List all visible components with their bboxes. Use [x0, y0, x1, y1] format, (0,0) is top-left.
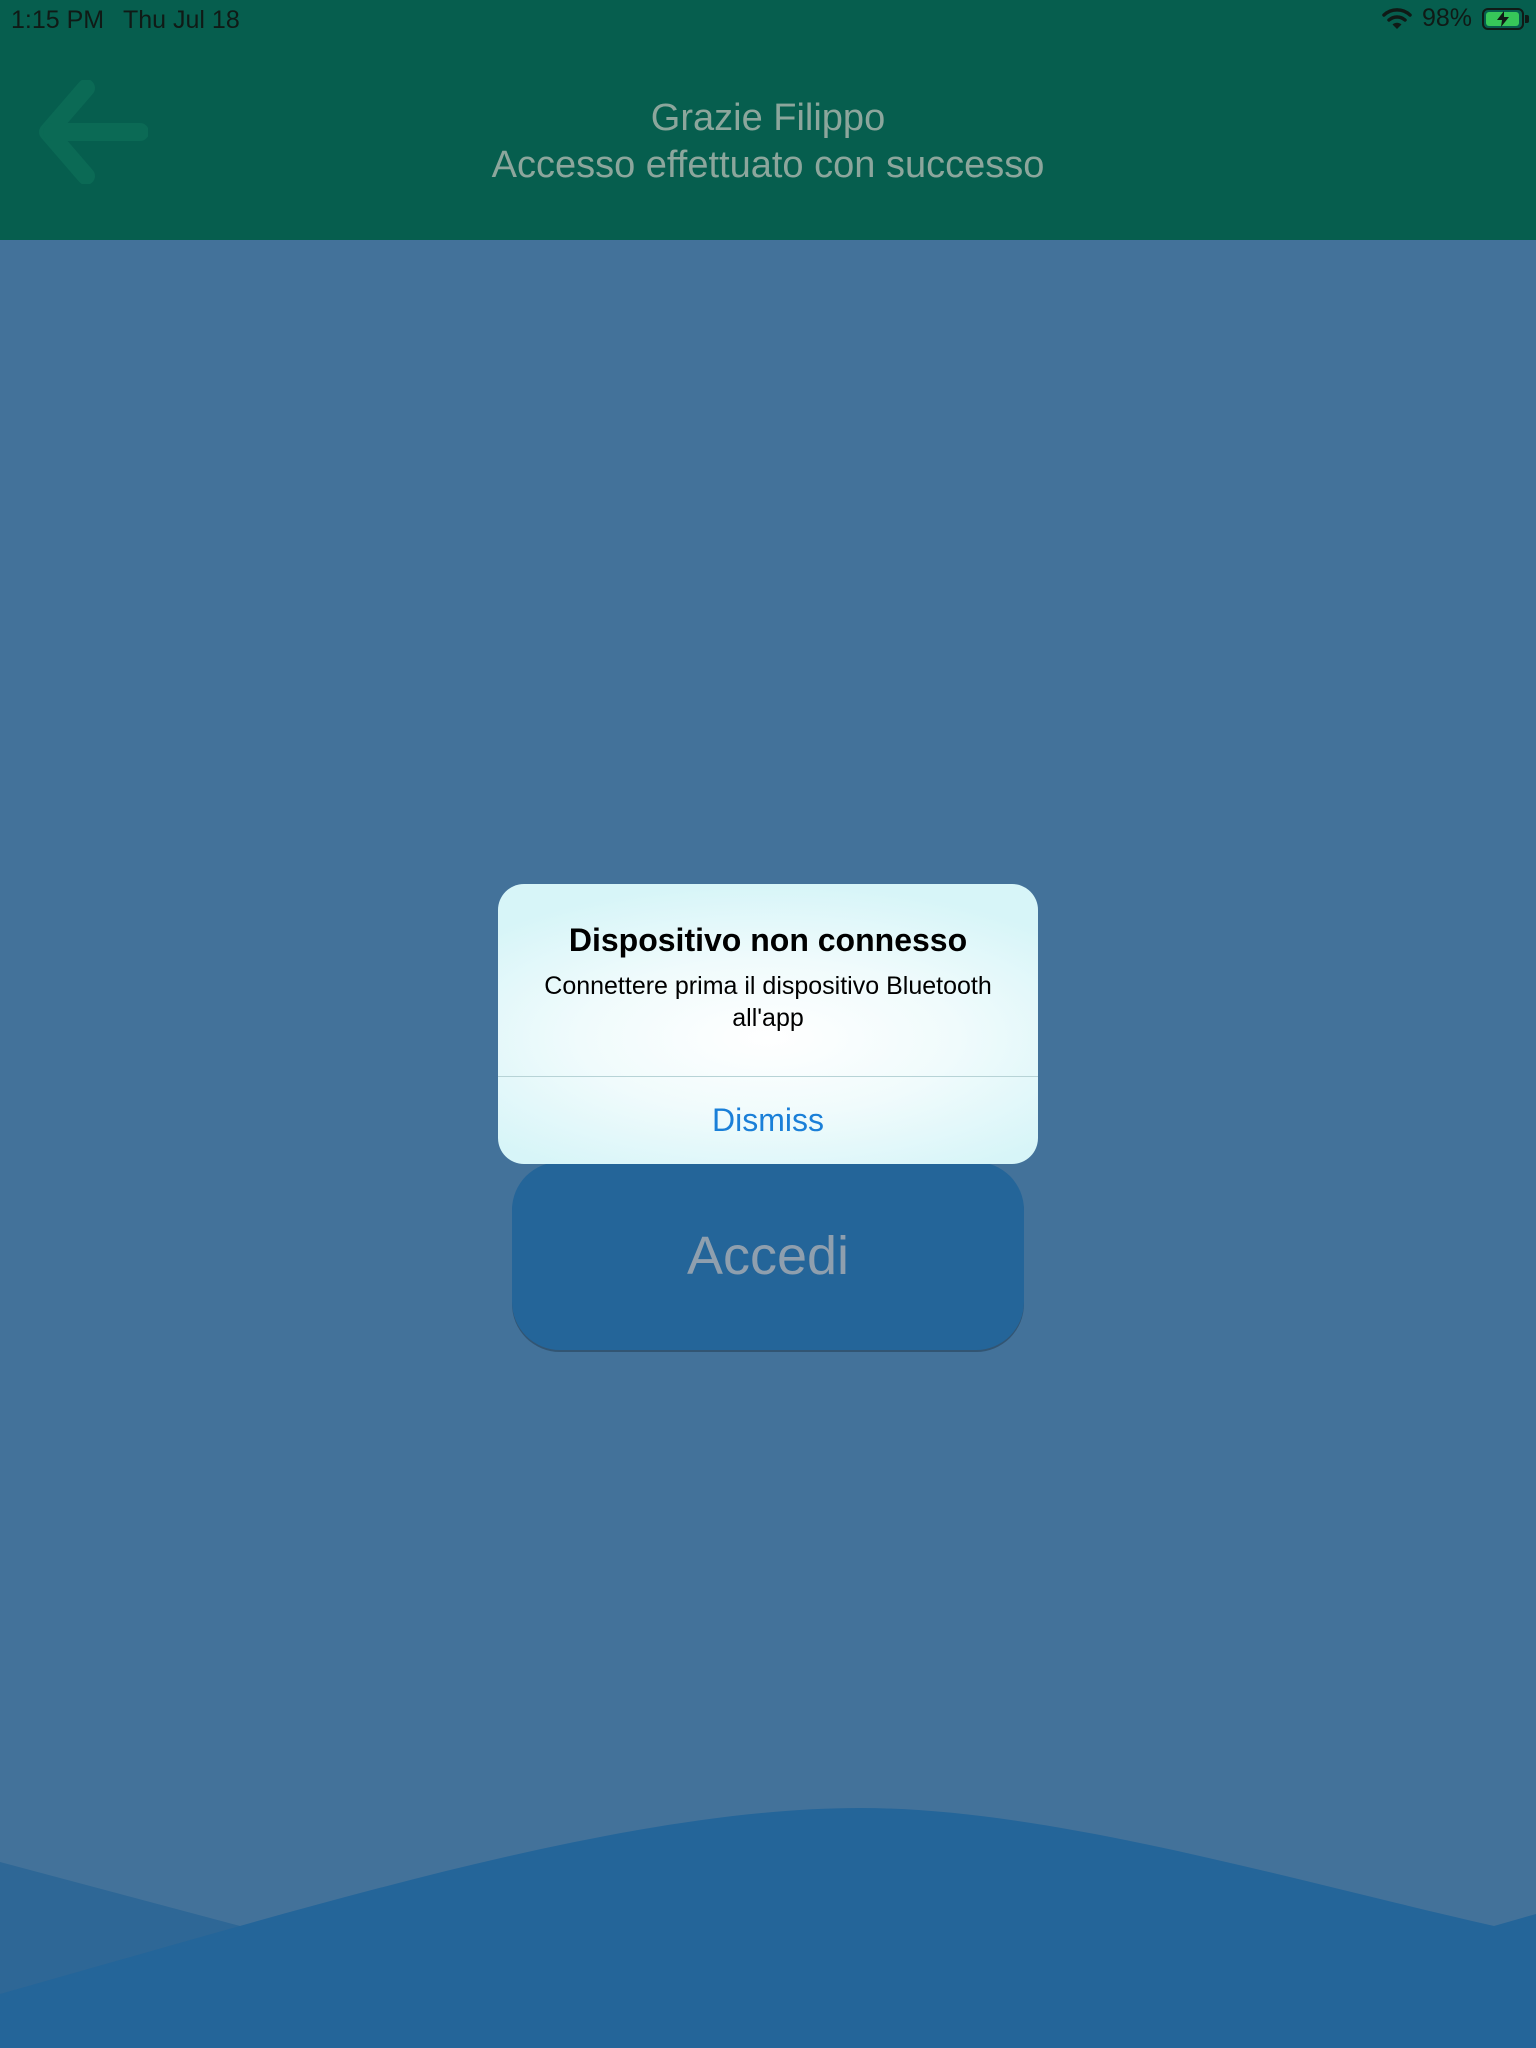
status-date: Thu Jul 18: [123, 6, 240, 34]
charging-bolt-icon: [1497, 10, 1509, 27]
alert-body: Dispositivo non connesso Connettere prim…: [498, 884, 1038, 1076]
status-time: 1:15 PM: [11, 6, 105, 34]
alert-dialog: Dispositivo non connesso Connettere prim…: [498, 884, 1038, 1164]
dismiss-button[interactable]: Dismiss: [498, 1077, 1038, 1164]
status-indicators: 98%: [1382, 4, 1529, 33]
login-button[interactable]: Accedi: [512, 1162, 1024, 1350]
alert-message: Connettere prima il dispositivo Bluetoot…: [544, 972, 992, 1032]
battery-percent: 98%: [1421, 4, 1472, 32]
wifi-icon: [1382, 7, 1412, 31]
background-waves: [0, 1808, 1536, 2048]
header-subtitle: Accesso effettuato con successo: [491, 144, 1045, 186]
alert-title: Dispositivo non connesso: [568, 922, 968, 958]
battery-charging-icon: [1482, 7, 1529, 30]
header-title: Grazie Filippo: [650, 97, 886, 139]
status-bar: 1:15 PM Thu Jul 18 98%: [0, 0, 1536, 40]
